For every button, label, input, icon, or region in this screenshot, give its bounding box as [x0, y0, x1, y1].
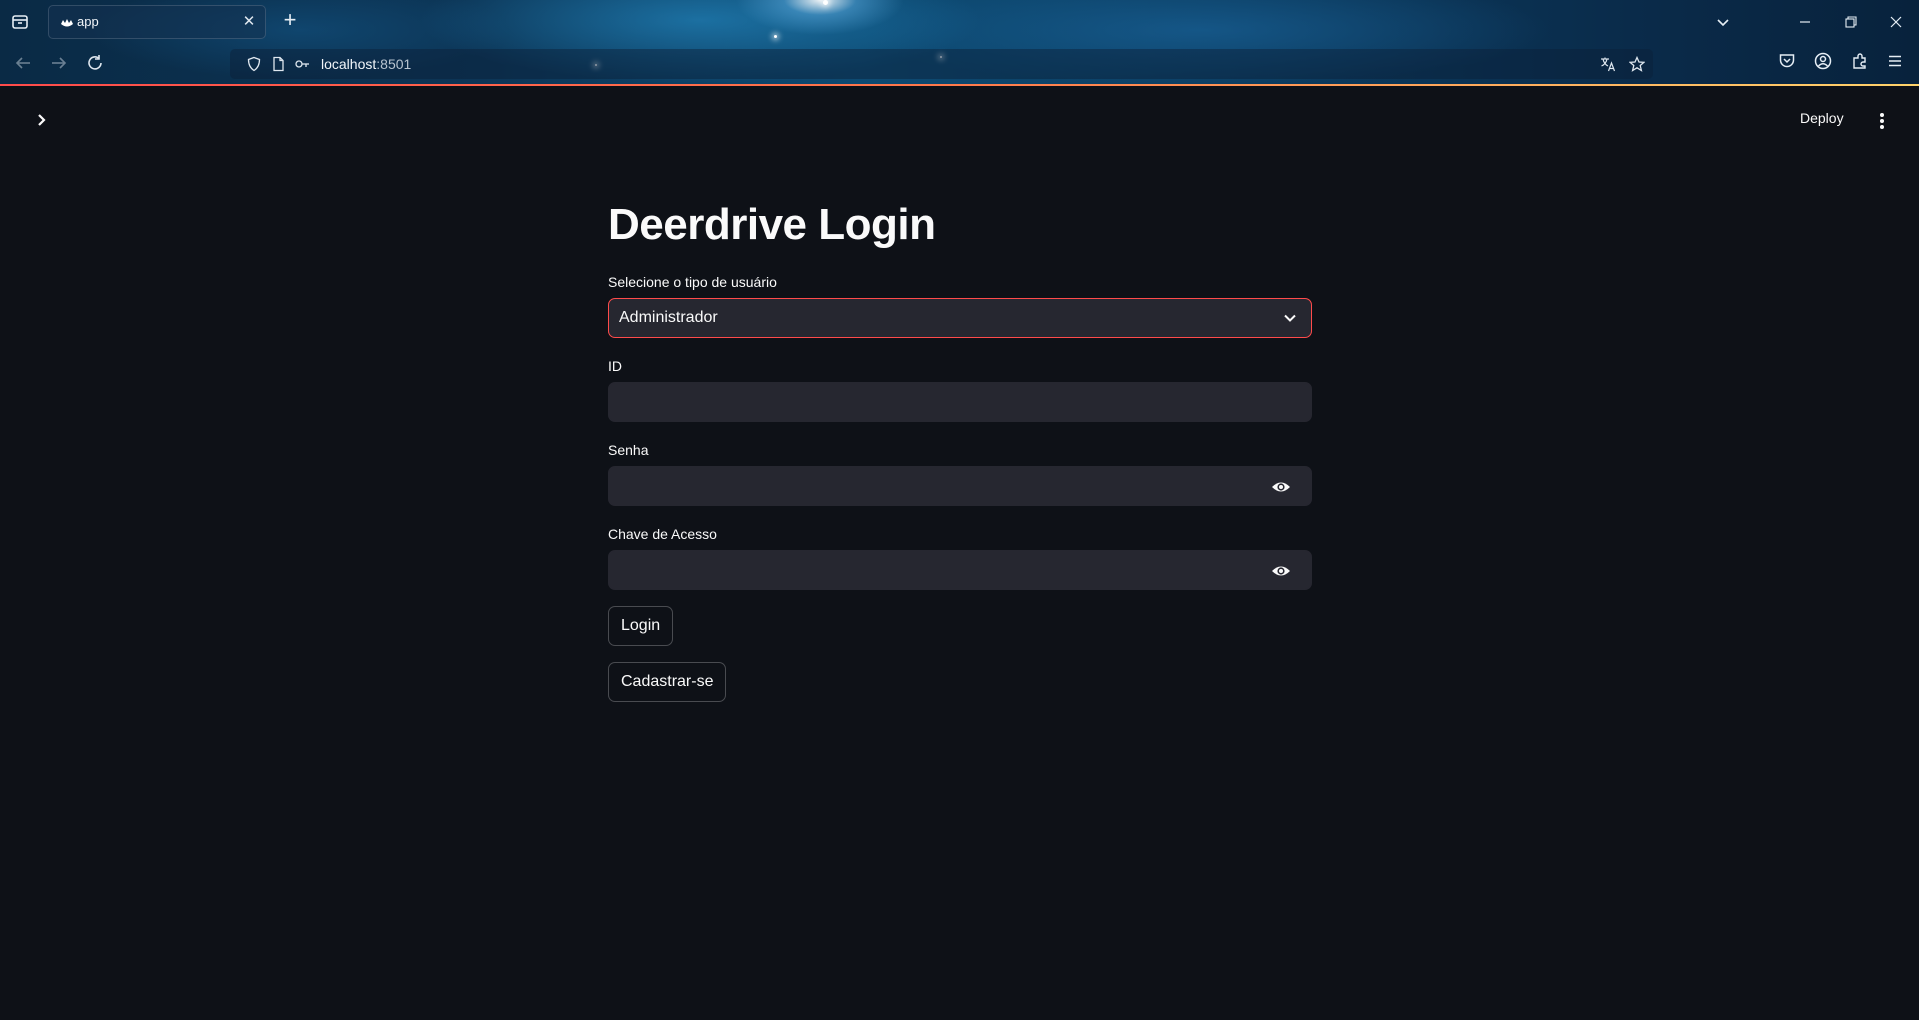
- plus-icon[interactable]: +: [279, 9, 301, 32]
- user-type-selected-value: Administrador: [619, 309, 718, 326]
- browser-chrome: app ✕ + localhost:8501: [0, 0, 1919, 86]
- restore-icon[interactable]: [1839, 10, 1863, 34]
- key-icon[interactable]: [294, 56, 310, 72]
- minimize-icon[interactable]: [1793, 10, 1817, 34]
- tab-list-icon[interactable]: [10, 12, 30, 32]
- id-field-container: [608, 382, 1312, 422]
- user-type-label: Selecione o tipo de usuário: [608, 274, 777, 290]
- chevron-down-icon[interactable]: [1281, 309, 1299, 327]
- eye-icon[interactable]: [1271, 561, 1291, 581]
- url-host: localhost: [321, 56, 377, 72]
- password-field-container: [608, 466, 1312, 506]
- access-key-label: Chave de Acesso: [608, 526, 717, 542]
- url-bar[interactable]: localhost:8501: [230, 49, 1653, 79]
- tab-title: app: [77, 14, 99, 29]
- password-input[interactable]: [609, 467, 1311, 505]
- deploy-button[interactable]: Deploy: [1800, 110, 1844, 126]
- reload-icon[interactable]: [84, 52, 108, 76]
- user-type-select[interactable]: Administrador: [608, 298, 1312, 338]
- hamburger-icon[interactable]: [1886, 52, 1906, 72]
- sidebar-chevron-right-icon[interactable]: [32, 110, 52, 130]
- translate-icon[interactable]: [1600, 56, 1616, 72]
- page-icon[interactable]: [270, 56, 286, 72]
- tab-bar: app ✕ +: [0, 0, 1919, 44]
- close-icon[interactable]: [1884, 10, 1908, 34]
- kebab-menu-icon[interactable]: [1872, 110, 1892, 132]
- url-port: :8501: [376, 56, 412, 72]
- shield-icon[interactable]: [246, 56, 262, 72]
- signup-button[interactable]: Cadastrar-se: [608, 662, 727, 702]
- id-input[interactable]: [609, 383, 1311, 421]
- browser-tab-active[interactable]: app ✕: [48, 5, 266, 39]
- forward-icon[interactable]: [48, 52, 72, 76]
- access-key-input[interactable]: [609, 551, 1311, 589]
- back-icon[interactable]: [12, 52, 36, 76]
- login-button[interactable]: Login: [608, 606, 674, 646]
- navigation-bar: localhost:8501: [0, 44, 1919, 84]
- app-favicon-icon: [59, 15, 75, 31]
- close-icon[interactable]: ✕: [241, 14, 257, 30]
- account-icon[interactable]: [1814, 52, 1834, 72]
- star-icon[interactable]: [1628, 55, 1646, 72]
- page-title: Deerdrive Login: [608, 200, 936, 249]
- url-text[interactable]: localhost:8501: [321, 56, 411, 72]
- header-accent-line: [0, 84, 1919, 86]
- chevron-down-icon[interactable]: [1711, 10, 1735, 34]
- eye-icon[interactable]: [1271, 477, 1291, 497]
- pocket-icon[interactable]: [1778, 52, 1798, 72]
- extensions-icon[interactable]: [1851, 52, 1871, 72]
- access-key-field-container: [608, 550, 1312, 590]
- password-label: Senha: [608, 442, 649, 458]
- id-label: ID: [608, 358, 622, 374]
